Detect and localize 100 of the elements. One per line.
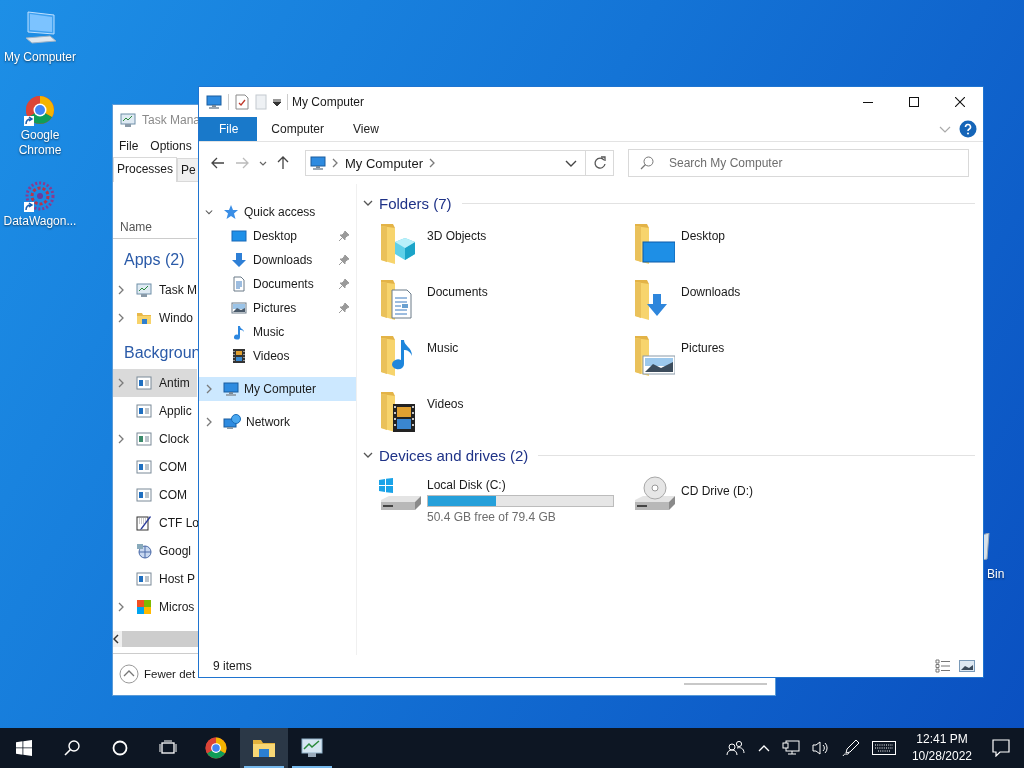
app-window-icon: [136, 375, 152, 391]
people-icon[interactable]: [725, 740, 746, 756]
minimize-icon[interactable]: [863, 101, 873, 103]
tab[interactable]: Processes: [113, 157, 178, 182]
windows-logo-icon[interactable]: [16, 740, 32, 756]
folder-task-icon[interactable]: [252, 738, 276, 758]
chevron-down-icon[interactable]: [363, 199, 373, 207]
nav-item[interactable]: Quick access: [199, 200, 356, 224]
ribbon-tab[interactable]: File: [199, 117, 258, 141]
chevron-right-icon[interactable]: [332, 158, 339, 168]
chevron-right-icon[interactable]: [117, 378, 125, 388]
group-header[interactable]: Devices and drives (2): [379, 446, 529, 464]
process-row[interactable]: Host P: [113, 565, 197, 593]
nav-item[interactable]: Videos: [199, 344, 356, 368]
folder-name[interactable]: Pictures: [681, 332, 725, 355]
network-monitor-icon[interactable]: [781, 740, 800, 756]
scroll-left-icon[interactable]: [113, 634, 120, 644]
group-header[interactable]: Folders (7): [379, 194, 452, 212]
taskbar-app-button[interactable]: [240, 728, 288, 768]
folder-name[interactable]: Documents: [427, 276, 488, 299]
chrome-icon[interactable]: [204, 736, 228, 760]
dropdown-caret-icon[interactable]: [273, 98, 281, 106]
process-row[interactable]: Micros: [113, 593, 197, 621]
back-arrow-icon[interactable]: [211, 157, 225, 169]
chevron-right-icon[interactable]: [117, 602, 125, 612]
process-row[interactable]: Task M: [113, 276, 197, 304]
drive-name[interactable]: Local Disk (C:): [427, 478, 614, 492]
process-row[interactable]: Antim: [113, 369, 197, 397]
folder-name[interactable]: 3D Objects: [427, 220, 487, 243]
column-header[interactable]: Name: [113, 215, 197, 239]
chrome-shortcut-icon[interactable]: [24, 94, 56, 126]
folder-name[interactable]: Music: [427, 332, 459, 355]
process-row[interactable]: Clock: [113, 425, 197, 453]
nav-item[interactable]: Network: [199, 410, 356, 434]
clock[interactable]: 12:41 PM 10/28/2022: [901, 731, 982, 765]
caret-up-icon[interactable]: [757, 744, 770, 752]
nav-item[interactable]: My Computer: [199, 377, 356, 401]
breadcrumb-item[interactable]: My Computer: [345, 155, 424, 171]
nav-item[interactable]: Documents: [199, 272, 356, 296]
recent-caret-icon[interactable]: [259, 160, 267, 166]
speaker-icon[interactable]: [811, 740, 830, 756]
chart-window-icon: [136, 282, 152, 298]
chevron-right-icon[interactable]: [205, 384, 213, 394]
folder-name[interactable]: Videos: [427, 388, 464, 411]
up-arrow-icon[interactable]: [277, 156, 289, 170]
search-field[interactable]: Search My Computer: [628, 149, 969, 177]
nav-item[interactable]: Music: [199, 320, 356, 344]
chevron-right-icon[interactable]: [117, 434, 125, 444]
fewer-details-link[interactable]: Fewer det: [144, 668, 196, 680]
dropdown-caret-icon[interactable]: [565, 159, 577, 167]
monitor-icon[interactable]: [206, 94, 222, 110]
nav-item[interactable]: Desktop: [199, 224, 356, 248]
pin-icon[interactable]: [338, 254, 350, 266]
refresh-icon[interactable]: [592, 156, 607, 170]
ring-icon[interactable]: [112, 740, 128, 756]
wheel-shortcut-icon[interactable]: [24, 180, 56, 212]
chart-monitor-icon[interactable]: [300, 737, 324, 759]
process-row[interactable]: COM: [113, 481, 197, 509]
pin-icon[interactable]: [338, 278, 350, 290]
chevron-down-icon[interactable]: [363, 451, 373, 459]
folder-name[interactable]: Desktop: [681, 220, 726, 243]
refresh-button[interactable]: [586, 150, 614, 176]
chevron-right-icon[interactable]: [117, 285, 125, 295]
desktop-icon-label[interactable]: DataWagon...: [3, 214, 77, 229]
chevron-right-icon[interactable]: [205, 417, 213, 427]
nav-item[interactable]: Downloads: [199, 248, 356, 272]
pin-icon[interactable]: [338, 230, 350, 242]
details-view-icon[interactable]: [935, 659, 951, 673]
process-row[interactable]: CTF Lo: [113, 509, 197, 537]
ribbon-tab[interactable]: Computer: [257, 117, 339, 141]
chevron-down-icon[interactable]: [205, 208, 213, 216]
tab[interactable]: Pe: [177, 158, 200, 181]
desktop-icon-label[interactable]: My Computer: [4, 50, 76, 65]
desktop-icon-label[interactable]: Google Chrome: [0, 128, 80, 158]
process-row[interactable]: COM: [113, 453, 197, 481]
collapse-circle-icon[interactable]: [119, 664, 139, 684]
doc-check-icon[interactable]: [235, 94, 249, 110]
address-bar[interactable]: My Computer: [305, 150, 586, 176]
desktop-icon-label[interactable]: Bin: [987, 567, 1005, 581]
help-icon[interactable]: [959, 120, 977, 138]
notification-icon[interactable]: [992, 739, 1010, 757]
chevron-right-icon[interactable]: [117, 313, 125, 323]
process-row[interactable]: Applic: [113, 397, 197, 425]
search-glass-icon[interactable]: [64, 740, 80, 756]
process-row[interactable]: Windo: [113, 304, 197, 332]
nav-item[interactable]: Pictures: [199, 296, 356, 320]
chevron-right-icon[interactable]: [429, 158, 437, 168]
ribbon-tab[interactable]: View: [338, 117, 393, 141]
pen-icon[interactable]: [841, 739, 860, 757]
process-row[interactable]: Googl: [113, 537, 197, 565]
task-view-icon[interactable]: [159, 740, 177, 756]
pin-icon[interactable]: [338, 302, 350, 314]
maximize-icon[interactable]: [909, 97, 919, 107]
menu-item[interactable]: File: [119, 139, 139, 153]
menu-item[interactable]: Options: [150, 139, 192, 153]
large-icons-view-icon[interactable]: [959, 659, 975, 673]
close-icon[interactable]: [955, 97, 965, 107]
keyboard-icon[interactable]: [871, 741, 896, 755]
drive-name[interactable]: CD Drive (D:): [681, 484, 753, 498]
folder-name[interactable]: Downloads: [681, 276, 741, 299]
